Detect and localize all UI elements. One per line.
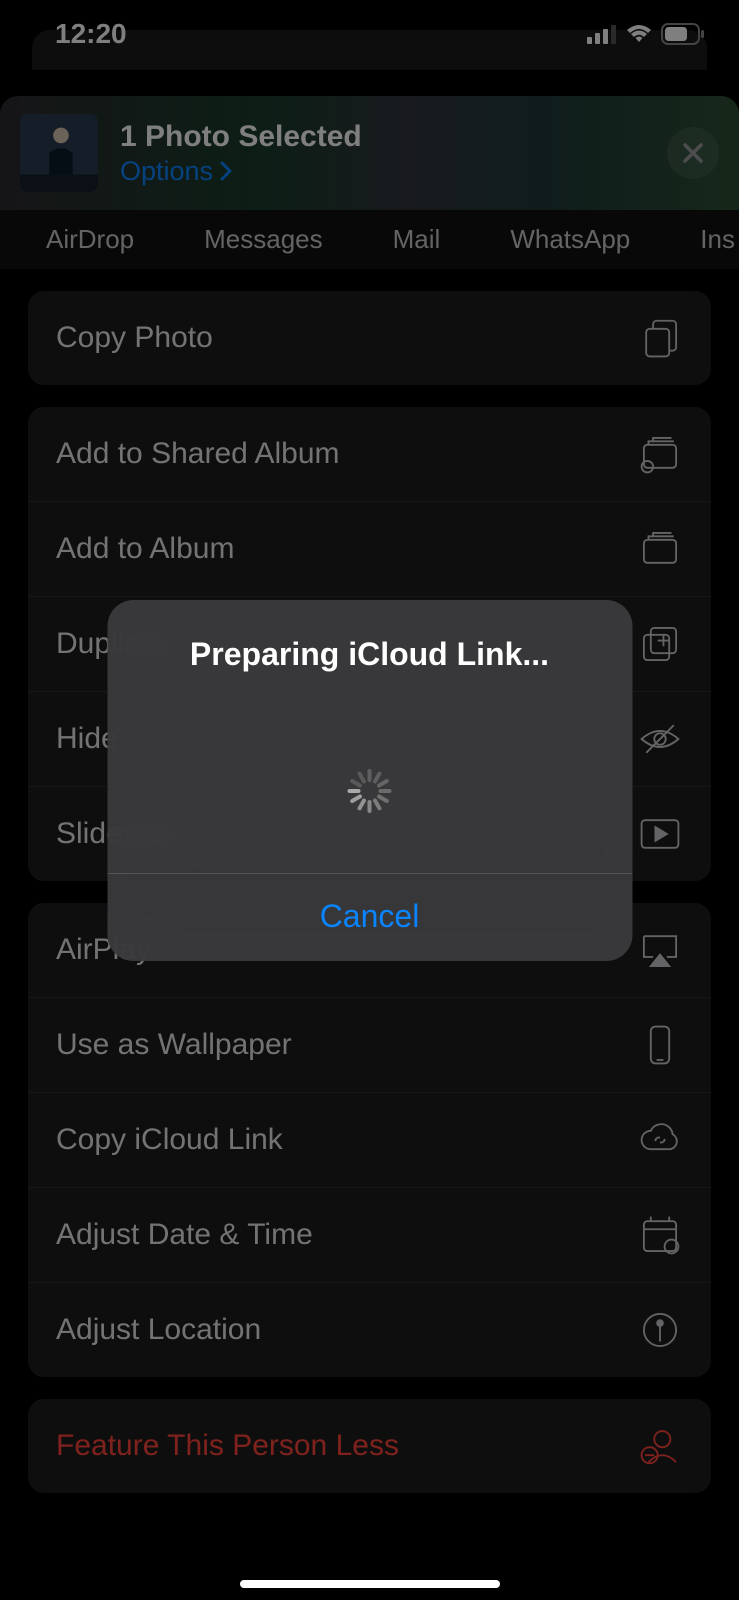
action-add-album[interactable]: Add to Album	[28, 502, 711, 597]
selection-title: 1 Photo Selected	[120, 120, 645, 154]
action-label: Use as Wallpaper	[56, 1028, 292, 1062]
airplay-icon	[637, 927, 683, 973]
action-label: Adjust Date & Time	[56, 1218, 313, 1252]
duplicate-icon	[637, 621, 683, 667]
cancel-button[interactable]: Cancel	[107, 874, 632, 961]
action-feature-less[interactable]: Feature This Person Less	[28, 1399, 711, 1493]
share-app-mail[interactable]: Mail	[393, 224, 441, 255]
options-label: Options	[120, 156, 213, 187]
action-copy-icloud[interactable]: Copy iCloud Link	[28, 1093, 711, 1188]
action-copy-photo[interactable]: Copy Photo	[28, 291, 711, 385]
modal-title: Preparing iCloud Link...	[107, 600, 632, 683]
action-label: Add to Shared Album	[56, 437, 340, 471]
action-label: Adjust Location	[56, 1313, 261, 1347]
share-apps-row[interactable]: AirDrop Messages Mail WhatsApp Ins	[0, 210, 739, 269]
sheet-header: 1 Photo Selected Options	[0, 96, 739, 210]
calendar-icon	[637, 1212, 683, 1258]
share-app-next[interactable]: Ins	[700, 224, 735, 255]
action-label: Copy iCloud Link	[56, 1123, 283, 1157]
shared-album-icon	[637, 431, 683, 477]
share-app-airdrop[interactable]: AirDrop	[46, 224, 134, 255]
action-adjust-date[interactable]: Adjust Date & Time	[28, 1188, 711, 1283]
home-indicator[interactable]	[240, 1580, 500, 1588]
share-app-whatsapp[interactable]: WhatsApp	[510, 224, 630, 255]
action-use-wallpaper[interactable]: Use as Wallpaper	[28, 998, 711, 1093]
status-icons	[587, 23, 705, 45]
action-label: Feature This Person Less	[56, 1429, 399, 1463]
close-button[interactable]	[667, 127, 719, 179]
album-icon	[637, 526, 683, 572]
preparing-modal: Preparing iCloud Link... Cancel	[107, 600, 632, 961]
battery-icon	[661, 23, 705, 45]
clock: 12:20	[55, 18, 127, 50]
person-less-icon	[637, 1423, 683, 1469]
action-add-shared-album[interactable]: Add to Shared Album	[28, 407, 711, 502]
share-app-messages[interactable]: Messages	[204, 224, 323, 255]
action-label: Copy Photo	[56, 321, 213, 355]
location-icon	[637, 1307, 683, 1353]
status-bar: 12:20	[0, 0, 739, 54]
play-icon	[637, 811, 683, 857]
action-adjust-location[interactable]: Adjust Location	[28, 1283, 711, 1377]
spinner-icon	[348, 769, 392, 813]
close-icon	[682, 142, 704, 164]
photo-thumbnail	[20, 114, 98, 192]
cellular-icon	[587, 24, 617, 44]
chevron-right-icon	[219, 161, 233, 181]
cloud-link-icon	[637, 1117, 683, 1163]
hide-icon	[637, 716, 683, 762]
options-button[interactable]: Options	[120, 156, 645, 187]
phone-icon	[637, 1022, 683, 1068]
copy-icon	[637, 315, 683, 361]
action-label: Add to Album	[56, 532, 234, 566]
wifi-icon	[625, 24, 653, 44]
